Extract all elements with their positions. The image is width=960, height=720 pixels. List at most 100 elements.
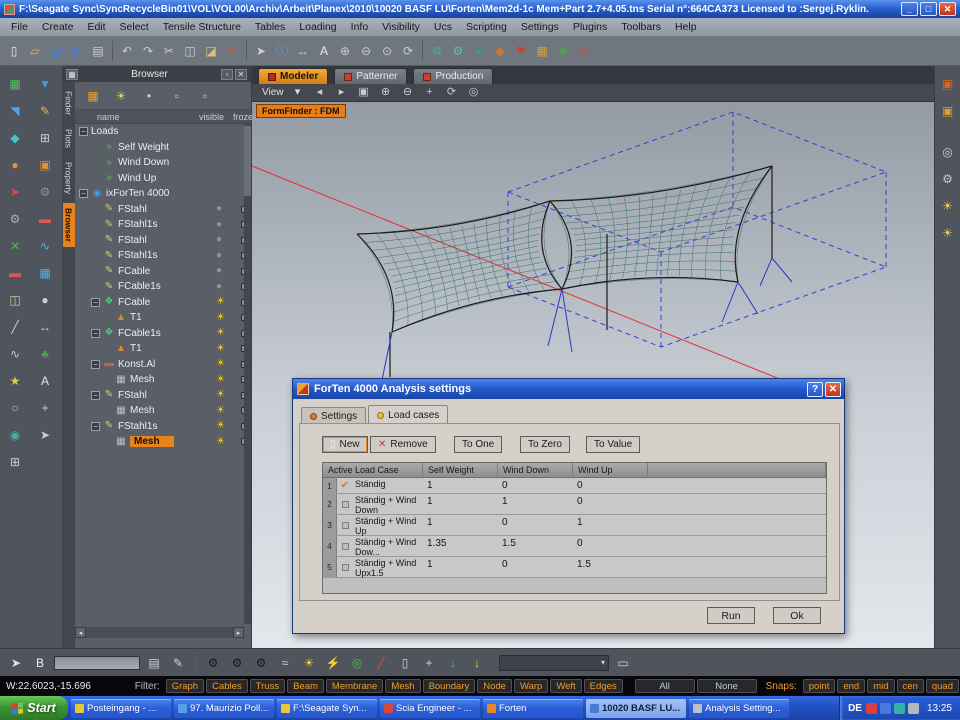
filter-weft[interactable]: Weft — [550, 679, 581, 693]
column-header-visible[interactable]: visible — [199, 112, 224, 122]
column-header-filler[interactable] — [648, 463, 826, 477]
loadcase-value-wind-up[interactable]: 1 — [573, 515, 648, 535]
filter-none[interactable]: None — [697, 679, 757, 693]
filter-warp[interactable]: Warp — [514, 679, 548, 693]
cylinder-icon[interactable]: ◉ — [5, 425, 25, 445]
column-header-wind-down[interactable]: Wind Down — [498, 463, 573, 477]
snap-point[interactable]: point — [803, 679, 836, 693]
maximize-button[interactable]: □ — [920, 2, 937, 16]
pan-icon[interactable]: + — [422, 85, 438, 101]
view-dropdown-icon[interactable]: ▾ — [290, 85, 306, 101]
line-red-icon[interactable]: ╱ — [371, 653, 391, 673]
loadcase-row-4[interactable]: 4Ständig + Wind Dow...1.351.50 — [323, 536, 826, 557]
menu-ucs[interactable]: Ucs — [427, 19, 459, 35]
scroll-right-icon[interactable]: ▸ — [233, 627, 244, 638]
expander-icon[interactable]: − — [91, 360, 100, 369]
tree-item-fstahl[interactable]: ✎FStahl● — [75, 202, 244, 218]
menu-create[interactable]: Create — [35, 19, 81, 35]
loadcase-value-wind-down[interactable]: 1.5 — [498, 536, 573, 556]
expander-icon[interactable]: − — [91, 391, 100, 400]
camera-icon[interactable]: ◎ — [466, 85, 482, 101]
active-checkbox[interactable] — [337, 515, 353, 535]
monitor-icon[interactable]: ▭ — [613, 653, 633, 673]
expander-icon[interactable]: − — [79, 189, 88, 198]
dialog-help-button[interactable]: ? — [807, 382, 823, 397]
menu-help[interactable]: Help — [668, 19, 704, 35]
tree-item-mesh[interactable]: ▦Mesh☀ — [75, 372, 244, 388]
snap-cen[interactable]: cen — [897, 679, 924, 693]
loadcase-value-wind-down[interactable]: 0 — [498, 478, 573, 493]
gears-icon[interactable]: ⚙ — [5, 209, 25, 229]
visible-off-icon[interactable]: ● — [216, 235, 222, 245]
tray-alert-icon[interactable] — [866, 703, 877, 714]
zoom-in-icon[interactable]: ⊕ — [378, 85, 394, 101]
menu-select[interactable]: Select — [113, 19, 156, 35]
taskbar-task-10020-basf-lu[interactable]: 10020 BASF LU... — [586, 699, 686, 718]
taskbar-task-analysis-setting[interactable]: Analysis Setting... — [689, 699, 789, 718]
membrane-red-icon[interactable]: ▬ — [5, 263, 25, 283]
menu-edit[interactable]: Edit — [80, 19, 112, 35]
visible-on-icon[interactable]: ☀ — [216, 406, 225, 416]
line-icon[interactable]: ╱ — [5, 317, 25, 337]
zoom-out-icon[interactable]: ⊖ — [356, 41, 376, 61]
filter-membrane[interactable]: Membrane — [326, 679, 383, 693]
pointer-blue-icon[interactable]: ◥ — [5, 101, 25, 121]
visible-off-icon[interactable]: ● — [216, 282, 222, 292]
tree-item-t1[interactable]: ▲T1☀ — [75, 310, 244, 326]
loadcase-value-wind-up[interactable]: 0 — [573, 494, 648, 514]
tree-item-self-weight[interactable]: »Self Weight — [75, 140, 244, 156]
active-check-icon[interactable]: ✔ — [337, 478, 353, 493]
dimension-icon[interactable]: ↔ — [35, 317, 55, 337]
loadcase-value-wind-up[interactable]: 0 — [573, 536, 648, 556]
run-button[interactable]: Run — [707, 607, 755, 624]
panel-close-button[interactable]: ✕ — [235, 69, 247, 80]
dialog-tab-load-cases[interactable]: Load cases — [368, 405, 448, 424]
new-button[interactable]: ▯New — [322, 436, 368, 453]
gear-2-icon[interactable]: ⚙ — [227, 653, 247, 673]
panel-b-icon[interactable]: ▫ — [195, 86, 215, 106]
loadcase-value-self-weight[interactable]: 1.35 — [423, 536, 498, 556]
render-icon[interactable]: ▣ — [938, 74, 958, 94]
down-yellow-icon[interactable]: ↓ — [467, 653, 487, 673]
info-icon[interactable]: ⓘ — [272, 41, 292, 61]
select-grid-icon[interactable]: ▦ — [5, 74, 25, 94]
visible-off-icon[interactable]: ● — [216, 204, 222, 214]
gear-3-icon[interactable]: ⚙ — [251, 653, 271, 673]
tree-item-fstahl1s[interactable]: ✎FStahl1s● — [75, 217, 244, 233]
expander-icon[interactable]: − — [79, 127, 88, 136]
undo-icon[interactable]: ↶ — [117, 41, 137, 61]
panel-a-icon[interactable]: ▫ — [167, 86, 187, 106]
menu-scripting[interactable]: Scripting — [459, 19, 514, 35]
tree-item-mesh[interactable]: ▦Mesh☀ — [75, 434, 244, 450]
column-header-active-load-case[interactable]: Active Load Case — [323, 463, 423, 477]
status-field[interactable] — [54, 656, 140, 670]
expander-icon[interactable]: − — [91, 422, 100, 431]
menu-file[interactable]: File — [4, 19, 35, 35]
filter-node[interactable]: Node — [477, 679, 512, 693]
panel-pin-button[interactable]: ▫ — [221, 69, 233, 80]
taskbar-task-scia-engineer[interactable]: Scia Engineer - ... — [380, 699, 480, 718]
pointer-icon[interactable]: ➤ — [251, 41, 271, 61]
loadcase-value-self-weight[interactable]: 1 — [423, 494, 498, 514]
tree-item-fstahl[interactable]: −✎FStahl☀ — [75, 388, 244, 404]
close-button[interactable]: ✕ — [939, 2, 956, 16]
box-orange-icon[interactable]: ▣ — [35, 155, 55, 175]
plant-icon[interactable]: ♣ — [553, 41, 573, 61]
menu-loading[interactable]: Loading — [292, 19, 343, 35]
copy-icon[interactable]: ◫ — [180, 41, 200, 61]
visible-on-icon[interactable]: ☀ — [216, 297, 225, 307]
materials-icon[interactable]: ◆ — [490, 41, 510, 61]
move-icon[interactable]: + — [35, 398, 55, 418]
taskbar-task-forten[interactable]: Forten — [483, 699, 583, 718]
loadcase-value-self-weight[interactable]: 1 — [423, 478, 498, 493]
panel-menu-icon[interactable]: ▦ — [66, 69, 78, 80]
trash-icon[interactable]: ◫ — [5, 290, 25, 310]
mode-pointer-icon[interactable]: ➤ — [6, 653, 26, 673]
active-checkbox[interactable] — [337, 536, 353, 556]
to-value-button[interactable]: To Value — [586, 436, 640, 453]
visible-on-icon[interactable]: ☀ — [216, 390, 225, 400]
visible-off-icon[interactable]: ● — [216, 266, 222, 276]
visible-on-icon[interactable]: ☀ — [216, 313, 225, 323]
edit-icon[interactable]: ✎ — [168, 653, 188, 673]
visible-on-icon[interactable]: ☀ — [216, 328, 225, 338]
